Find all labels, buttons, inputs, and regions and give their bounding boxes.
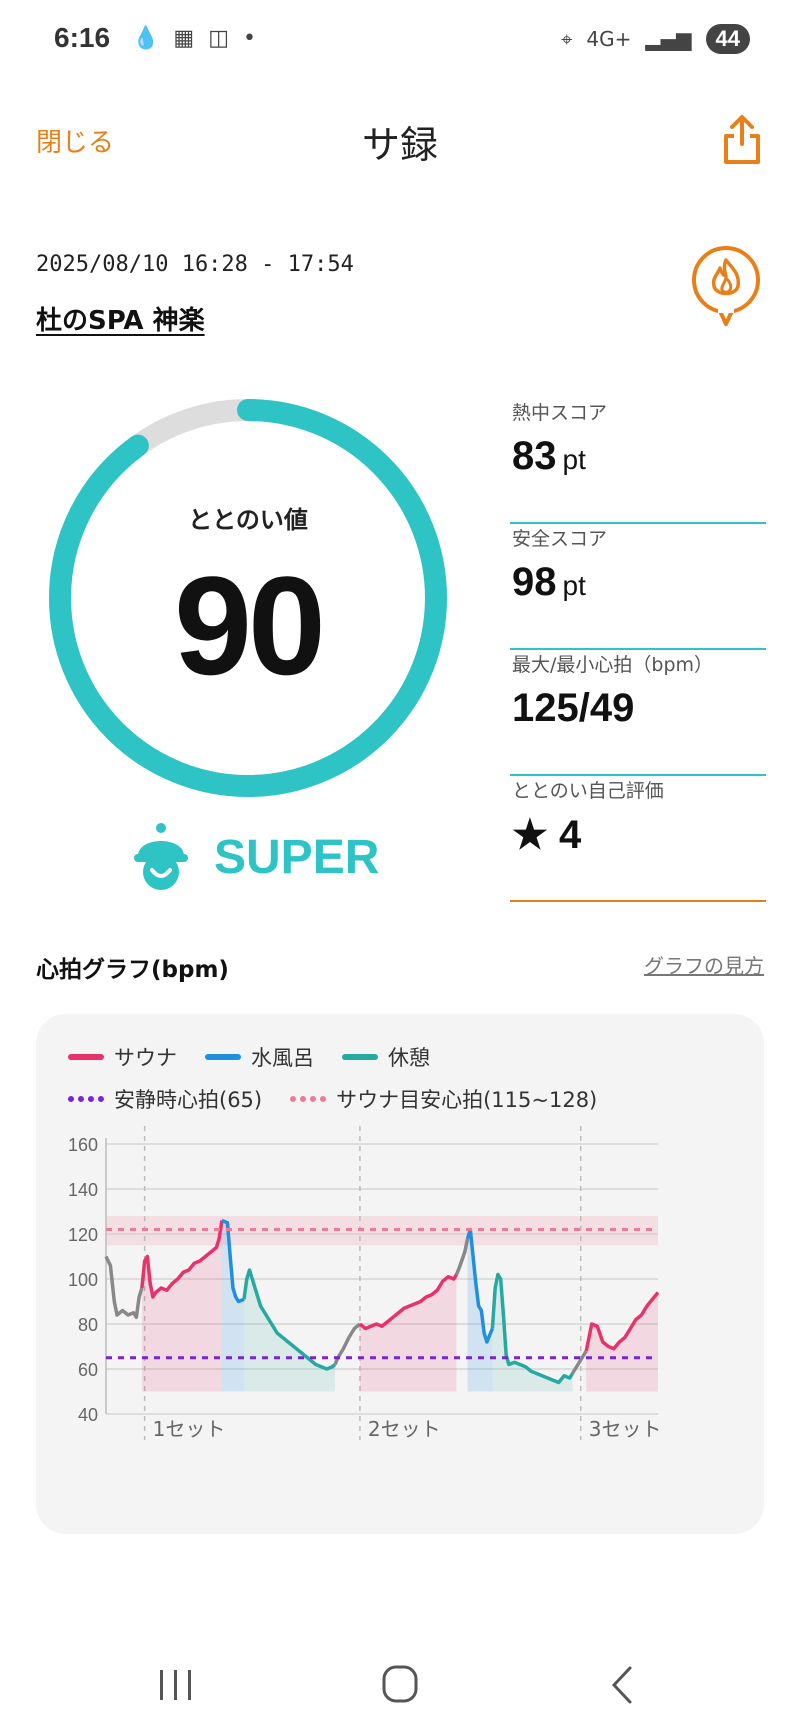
safety-score: 安全スコア 98 pt — [510, 524, 766, 650]
legend-rest: 休憩 — [342, 1042, 430, 1072]
gauge-value: 90 — [174, 547, 326, 704]
location-icon: ⌖ — [561, 27, 573, 51]
app-notification-icon: ▦ — [173, 26, 195, 51]
status-bar: 6:16 💧 ▦ ◫ • ⌖ 4G+ ▂▄▆ 44 — [0, 0, 800, 80]
home-icon[interactable] — [370, 1660, 430, 1710]
score-label: 最大/最小心拍（bpm） — [512, 654, 714, 676]
self-rating[interactable]: ととのい自己評価 ★ 4 — [510, 776, 766, 902]
back-icon[interactable] — [594, 1660, 654, 1710]
series-area-sauna — [359, 1274, 457, 1392]
legend-water: 水風呂 — [205, 1042, 314, 1072]
heart-rate-range: 最大/最小心拍（bpm） 125/49 — [510, 650, 766, 776]
score-label: 安全スコア — [512, 528, 608, 550]
graph-title: 心拍グラフ(bpm) — [36, 957, 229, 983]
score-label: ととのい自己評価 — [512, 780, 664, 802]
y-tick-label: 100 — [68, 1270, 98, 1290]
share-icon[interactable] — [720, 114, 764, 166]
score-list: 熱中スコア 83 pt 安全スコア 98 pt 最大/最小心拍（bpm） 125/4… — [510, 398, 766, 902]
set-marker-label: 2セット — [368, 1417, 441, 1441]
status-time: 6:16 — [54, 22, 111, 53]
heart-rate-graph-card: サウナ 水風呂 休憩 安静時心拍(65) サウナ目安心拍(115~128) 40… — [36, 1014, 764, 1534]
score-value: 83 pt — [512, 434, 586, 478]
series-line-idle — [104, 1255, 144, 1319]
rating-value: ★ 4 — [512, 813, 582, 857]
facility-link[interactable]: 杜のSPA 神楽 — [36, 300, 205, 337]
series-line-idle — [570, 1350, 588, 1375]
graph-help-link[interactable]: グラフの見方 — [644, 950, 764, 979]
system-icons: ⌖ 4G+ ▂▄▆ 44 — [561, 24, 750, 54]
series-area-water — [221, 1220, 244, 1392]
legend-target-hr: サウナ目安心拍(115~128) — [290, 1084, 597, 1114]
heat-score: 熱中スコア 83 pt — [510, 398, 766, 524]
legend-resting-hr: 安静時心拍(65) — [68, 1084, 262, 1114]
heart-rate-chart: 40 60 80 100 120 140 160 1セット 2セット 3セット — [68, 1126, 662, 1441]
series-area-rest — [244, 1270, 336, 1392]
y-tick-label: 120 — [68, 1225, 98, 1245]
chart-legend: サウナ 水風呂 休憩 安静時心拍(65) サウナ目安心拍(115~128) — [68, 1036, 748, 1120]
y-tick-label: 80 — [78, 1315, 98, 1335]
score-value: 125/49 — [512, 686, 635, 730]
y-tick-label: 140 — [68, 1180, 98, 1200]
more-dot-icon: • — [243, 26, 256, 51]
rank-label: SUPER — [214, 830, 380, 884]
set-marker-label: 3セット — [589, 1417, 662, 1441]
gauge-label: ととのい値 — [188, 506, 308, 534]
y-tick-label: 60 — [78, 1360, 98, 1380]
legend-row: サウナ 水風呂 休憩 — [68, 1036, 748, 1078]
recent-apps-icon[interactable] — [146, 1660, 206, 1710]
fire-icon[interactable] — [688, 244, 764, 334]
network-label: 4G+ — [586, 27, 632, 51]
score-value: 98 pt — [512, 560, 586, 604]
session-datetime: 2025/08/10 16:28 - 17:54 — [36, 252, 354, 277]
score-label: 熱中スコア — [512, 402, 608, 424]
signal-icon: ▂▄▆ — [645, 27, 692, 51]
series-area-sauna — [141, 1220, 222, 1392]
rank-badge: SUPER — [130, 822, 379, 892]
drop-icon: 💧 — [132, 26, 160, 51]
sauna-hat-icon — [134, 823, 188, 890]
header: 閉じる サ録 — [0, 100, 800, 180]
y-tick-label: 40 — [78, 1405, 98, 1425]
system-nav-bar — [0, 1640, 800, 1732]
battery-icon: 44 — [705, 24, 750, 54]
legend-sauna: サウナ — [68, 1042, 177, 1072]
news-icon: ◫ — [208, 26, 229, 51]
notification-icons: 💧 ▦ ◫ • — [132, 26, 256, 51]
y-tick-label: 160 — [68, 1135, 98, 1155]
page-title: サ録 — [361, 123, 438, 167]
set-marker-label: 1セット — [153, 1417, 226, 1441]
